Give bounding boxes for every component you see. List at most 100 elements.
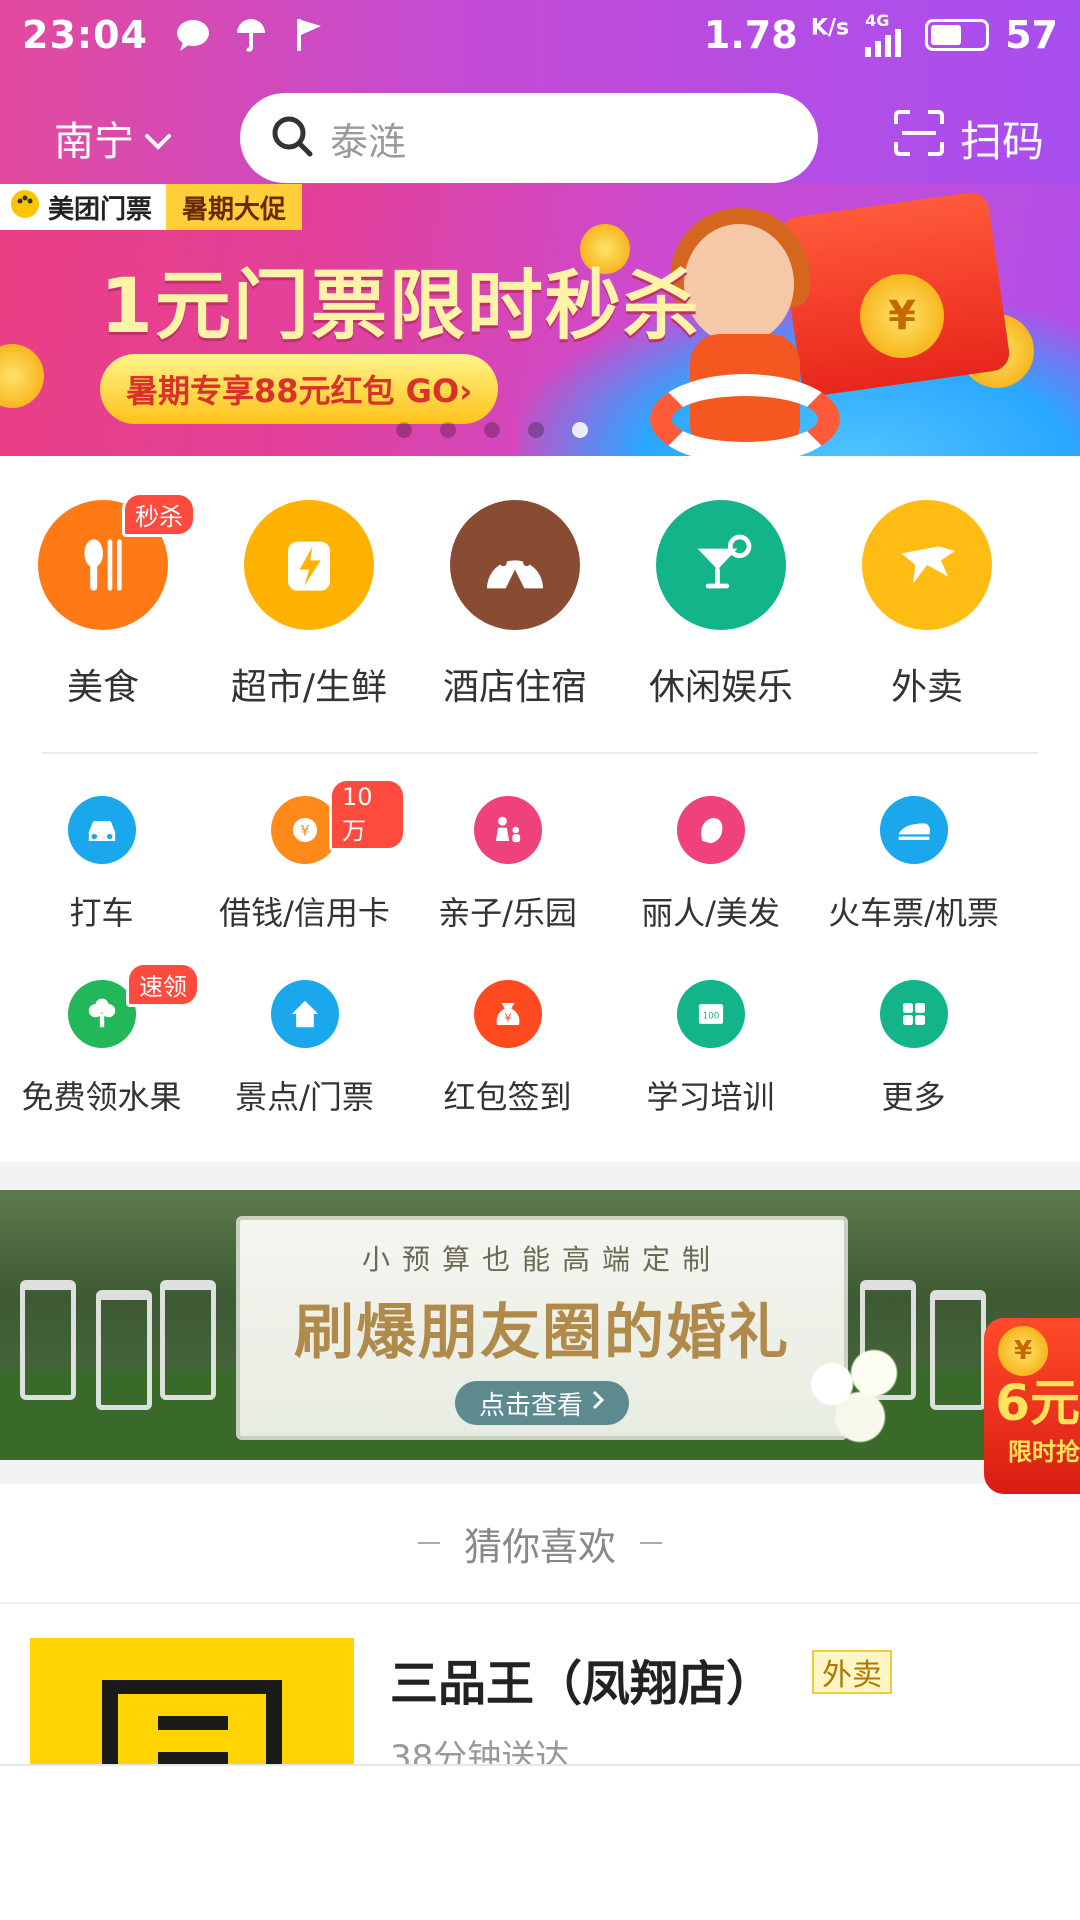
carousel-dot[interactable] xyxy=(484,422,500,438)
wedding-card: 小预算也能高端定制 刷爆朋友圈的婚礼 点击查看 xyxy=(236,1216,848,1440)
yuan-coin-icon: ¥ xyxy=(998,1326,1048,1376)
section-gap xyxy=(0,1460,1080,1484)
service-item[interactable]: 打车 xyxy=(0,796,203,946)
service-label: 更多 xyxy=(881,1078,946,1116)
wedding-subtitle: 小预算也能高端定制 xyxy=(361,1243,722,1276)
flower-bouquet-decoration xyxy=(790,1340,930,1450)
service-row-2: 免费领水果 速领 景点/门票 ¥ 红包签到 100 学习培训 更多 xyxy=(0,962,1080,1130)
status-time: 23:04 xyxy=(22,13,148,57)
category-item[interactable]: 休闲娱乐 xyxy=(618,500,824,710)
top-bar: 南宁 泰涟 扫码 xyxy=(0,92,1080,184)
category-item[interactable]: 美食 秒杀 xyxy=(0,492,206,710)
cocktail-icon xyxy=(656,500,786,630)
certificate-icon: 100 xyxy=(676,980,745,1048)
category-label: 超市/生鲜 xyxy=(230,667,388,708)
service-label: 免费领水果 xyxy=(21,1078,182,1116)
brand-tag: 美团门票 xyxy=(0,184,167,230)
network-speed: 1.78 K/s xyxy=(703,13,850,57)
svg-text:100: 100 xyxy=(702,1011,719,1021)
search-placeholder: 泰涟 xyxy=(330,119,407,164)
scenic-house-icon xyxy=(270,980,339,1048)
network-type: 4G xyxy=(865,11,890,30)
service-label: 学习培训 xyxy=(646,1078,775,1116)
service-label: 亲子/乐园 xyxy=(438,894,577,932)
category-item[interactable]: 酒店住宿 xyxy=(412,500,618,710)
city-selector[interactable]: 南宁 xyxy=(54,109,240,167)
service-item[interactable]: 100 学习培训 xyxy=(609,980,812,1130)
service-badge: 10万 xyxy=(329,778,406,851)
service-item[interactable]: ¥ 红包签到 xyxy=(406,980,609,1130)
meituan-logo-icon xyxy=(10,189,40,226)
delivery-badge: 外卖 xyxy=(812,1650,892,1694)
carousel-dot[interactable] xyxy=(528,422,544,438)
scan-button[interactable]: 扫码 xyxy=(892,108,1044,169)
heading-dash xyxy=(417,1542,440,1544)
service-label: 火车票/机票 xyxy=(828,894,999,932)
service-item[interactable]: 亲子/乐园 xyxy=(406,796,609,946)
category-label: 外卖 xyxy=(890,667,963,708)
category-item[interactable]: 超市/生鲜 xyxy=(206,500,412,710)
heading-dash xyxy=(640,1542,662,1544)
service-item[interactable]: ¥ 借钱/信用卡 10万 xyxy=(203,778,406,946)
yuan-coin-icon: ¥ xyxy=(860,274,944,358)
service-label: 打车 xyxy=(69,894,134,932)
battery-level: 57 xyxy=(1005,13,1058,57)
service-item[interactable]: 免费领水果 速领 xyxy=(0,962,203,1130)
service-row-1: 打车 ¥ 借钱/信用卡 10万亲子/乐园 丽人/美发 火车票/机票 xyxy=(0,778,1080,946)
section-gap xyxy=(0,1162,1080,1190)
carousel-dot[interactable] xyxy=(440,422,456,438)
grid-more-icon xyxy=(879,980,948,1048)
chevron-right-icon xyxy=(591,1388,605,1418)
carousel-dots xyxy=(396,422,588,438)
search-input[interactable]: 泰涟 xyxy=(240,93,818,183)
chair-decoration xyxy=(930,1290,986,1410)
view-details-button[interactable]: 点击查看 xyxy=(454,1381,629,1425)
wedding-title: 刷爆朋友圈的婚礼 xyxy=(294,1298,790,1368)
service-badge: 速领 xyxy=(126,962,200,1007)
svg-text:¥: ¥ xyxy=(300,824,309,840)
bottom-blank-area xyxy=(0,1764,1080,1920)
shop-list-item[interactable]: 三品王（凤翔店） 外卖 38分钟送达 xyxy=(0,1604,1080,1764)
status-bar: 23:04 1.78 K/s 4G 57 xyxy=(0,0,1080,70)
promo-subtitle: 限时抢 xyxy=(1008,1438,1080,1466)
chair-decoration xyxy=(160,1280,216,1400)
banner-title: 1元门票限时秒杀 xyxy=(100,261,701,350)
floating-red-packet-promo[interactable]: ¥ 6元 限时抢 xyxy=(984,1318,1080,1494)
service-item[interactable]: 更多 xyxy=(812,980,1015,1130)
category-item[interactable]: 外卖 xyxy=(824,500,1030,710)
battery-icon xyxy=(925,19,990,51)
chair-decoration xyxy=(96,1290,152,1410)
service-label: 借钱/信用卡 xyxy=(219,894,390,932)
signal-icon: 4G xyxy=(865,13,909,57)
chat-bubble-icon xyxy=(174,16,212,54)
service-item[interactable]: 景点/门票 xyxy=(203,980,406,1130)
main-category-row: 美食 秒杀超市/生鲜 酒店住宿 休闲娱乐 外卖 xyxy=(0,492,1080,710)
train-icon xyxy=(879,796,948,864)
scan-icon xyxy=(892,108,946,168)
search-icon xyxy=(270,114,314,162)
carousel-dot[interactable] xyxy=(572,422,588,438)
recommend-heading: 猜你喜欢 xyxy=(0,1484,1080,1602)
banner-cta-button[interactable]: 暑期专享88元红包 GO› xyxy=(100,354,499,424)
promo-banner[interactable]: ¥ 美团门票 暑期大促 1元门票限时秒杀 暑期专享88元红包 GO› xyxy=(0,184,1080,456)
service-item[interactable]: 火车票/机票 xyxy=(812,796,1015,946)
promo-amount: 6元 xyxy=(995,1374,1080,1432)
svg-text:¥: ¥ xyxy=(504,1012,511,1025)
logo-stroke xyxy=(158,1716,228,1730)
logo-stroke xyxy=(158,1752,228,1764)
hotel-tent-icon xyxy=(450,500,580,630)
lightning-bag-icon xyxy=(244,500,374,630)
divider xyxy=(42,752,1038,754)
scan-label: 扫码 xyxy=(959,116,1044,166)
category-label: 休闲娱乐 xyxy=(648,667,793,708)
category-badge: 秒杀 xyxy=(122,492,196,537)
shop-logo-icon xyxy=(102,1680,282,1764)
category-label: 酒店住宿 xyxy=(442,667,587,708)
status-right: 1.78 K/s 4G 57 xyxy=(704,13,1058,57)
service-item[interactable]: 丽人/美发 xyxy=(609,796,812,946)
carousel-dot[interactable] xyxy=(396,422,412,438)
kangaroo-icon xyxy=(862,500,992,630)
wedding-ad-banner[interactable]: 小预算也能高端定制 刷爆朋友圈的婚礼 点击查看 xyxy=(0,1190,1080,1460)
umbrella-icon xyxy=(232,16,270,54)
category-label: 美食 xyxy=(66,667,139,708)
